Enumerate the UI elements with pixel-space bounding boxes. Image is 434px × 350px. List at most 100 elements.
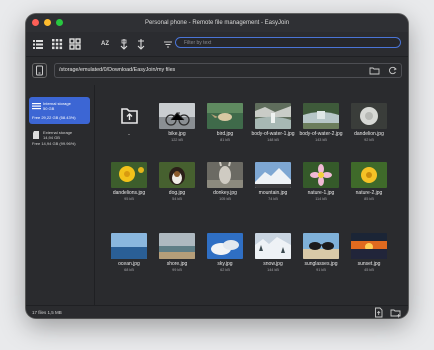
file-size: 81 kB: [220, 138, 230, 143]
file-item-dog[interactable]: dog.jpg 54 kB: [151, 162, 203, 201]
filter-icon: [164, 41, 172, 48]
sort-date-icon[interactable]: [134, 37, 148, 51]
internal-storage-size: 50 GB: [43, 106, 55, 112]
file-name: shore.jpg: [166, 261, 188, 267]
file-item-snow[interactable]: snow.jpg 144 kB: [247, 233, 299, 272]
sidebar-item-internal-storage[interactable]: Internal storage 50 GB Free 29,22 GB (58…: [29, 97, 90, 124]
dog-thumbnail: [159, 162, 195, 188]
external-storage-size: 14,94 GB: [43, 135, 60, 141]
file-size: 54 kB: [172, 197, 182, 202]
file-size: 62 kB: [220, 268, 230, 273]
folder-up-icon: [121, 108, 138, 124]
body-of-water-1-thumbnail: [255, 103, 291, 129]
file-item-sky[interactable]: sky.jpg 62 kB: [199, 233, 251, 272]
snow-thumbnail: [255, 233, 291, 259]
close-window-button[interactable]: [32, 19, 39, 26]
file-name: body-of-water-1.jpg: [251, 131, 295, 137]
file-item-mountain[interactable]: mountain.jpg 74 kB: [247, 162, 299, 201]
file-size: 45 kB: [364, 268, 374, 273]
file-name: sunset.jpg: [357, 261, 381, 267]
file-size: 99 kB: [172, 268, 182, 273]
file-size: 74 kB: [268, 197, 278, 202]
body-of-water-2-thumbnail: [303, 103, 339, 129]
mountain-thumbnail: [255, 162, 291, 188]
sunset-thumbnail: [351, 233, 387, 259]
file-grid: .. bike.jpg 122 kB bird.jpg 81 kB body-o…: [95, 85, 408, 305]
file-item-nature-1[interactable]: nature-1.jpg 114 kB: [295, 162, 347, 201]
file-item-sunglasses[interactable]: sunglasses.jpg 91 kB: [295, 233, 347, 272]
internal-storage-icon: [32, 103, 41, 110]
external-storage-free: Free 14,94 GB (99.96%): [32, 141, 76, 146]
file-size: 68 kB: [124, 268, 134, 273]
dandelions-thumbnail: [111, 162, 147, 188]
file-size: 95 kB: [124, 197, 134, 202]
file-item-body-of-water-1[interactable]: body-of-water-1.jpg 148 kB: [247, 103, 299, 142]
list-view-icon[interactable]: [31, 37, 45, 51]
dandelion-thumbnail: [351, 103, 387, 129]
file-item-bird[interactable]: bird.jpg 81 kB: [199, 103, 251, 142]
filter-input[interactable]: Filter by text: [175, 37, 401, 48]
file-item-ocean[interactable]: ocean.jpg 68 kB: [103, 233, 155, 272]
sort-name-icon[interactable]: AZ: [101, 41, 109, 47]
file-size: 122 kB: [171, 138, 183, 143]
nature-2-thumbnail: [351, 162, 387, 188]
toolbar: AZ Filter by text: [26, 32, 408, 56]
file-name: ocean.jpg: [118, 261, 140, 267]
status-bar: 17 files 1,5 MB: [26, 305, 408, 318]
file-summary: 17 files 1,5 MB: [32, 310, 62, 315]
file-item-nature-2[interactable]: nature-2.jpg 85 kB: [343, 162, 395, 201]
minimize-window-button[interactable]: [44, 19, 51, 26]
file-item-bike[interactable]: bike.jpg 122 kB: [151, 103, 203, 142]
bike-thumbnail: [159, 103, 195, 129]
title-bar: Personal phone - Remote file management …: [26, 14, 408, 33]
nature-1-thumbnail: [303, 162, 339, 188]
file-name: dandelions.jpg: [112, 190, 146, 196]
upload-file-icon[interactable]: [373, 307, 384, 318]
sort-size-icon[interactable]: [117, 37, 131, 51]
file-item-shore[interactable]: shore.jpg 99 kB: [151, 233, 203, 272]
file-item-sunset[interactable]: sunset.jpg 45 kB: [343, 233, 395, 272]
file-name: bird.jpg: [216, 131, 234, 137]
file-item-body-of-water-2[interactable]: body-of-water-2.jpg 143 kB: [295, 103, 347, 142]
file-size: 144 kB: [267, 268, 279, 273]
file-size: 85 kB: [364, 197, 374, 202]
window-controls: [32, 19, 63, 26]
file-name: ..: [127, 131, 131, 137]
file-size: 92 kB: [364, 138, 374, 143]
file-size: 143 kB: [315, 138, 327, 143]
parent-folder-item[interactable]: ..: [103, 103, 155, 137]
file-name: dog.jpg: [168, 190, 186, 196]
file-size: 91 kB: [316, 268, 326, 273]
sunglasses-thumbnail: [303, 233, 339, 259]
large-icons-view-icon[interactable]: [68, 37, 82, 51]
path-bar: /storage/emulated/0/Download/EasyJoin/my…: [26, 57, 408, 85]
file-item-dandelion[interactable]: dandelion.jpg 92 kB: [343, 103, 395, 142]
device-button[interactable]: [32, 63, 47, 78]
path-field[interactable]: /storage/emulated/0/Download/EasyJoin/my…: [54, 63, 402, 78]
bird-thumbnail: [207, 103, 243, 129]
new-folder-icon[interactable]: [369, 65, 380, 76]
shore-thumbnail: [159, 233, 195, 259]
file-name: bike.jpg: [168, 131, 186, 137]
file-size: 148 kB: [267, 138, 279, 143]
donkey-thumbnail: [207, 162, 243, 188]
file-manager-window: Personal phone - Remote file management …: [26, 14, 408, 318]
file-name: nature-1.jpg: [307, 190, 335, 196]
file-name: dandelion.jpg: [354, 131, 384, 137]
sd-card-icon: [33, 131, 39, 139]
file-item-dandelions[interactable]: dandelions.jpg 95 kB: [103, 162, 155, 201]
file-item-donkey[interactable]: donkey.jpg 105 kB: [199, 162, 251, 201]
sidebar-item-external-storage[interactable]: External storage 14,94 GB Free 14,94 GB …: [29, 128, 90, 155]
add-folder-icon[interactable]: [390, 307, 401, 318]
refresh-icon[interactable]: [387, 65, 398, 76]
small-icons-view-icon[interactable]: [50, 37, 64, 51]
zoom-window-button[interactable]: [56, 19, 63, 26]
file-name: donkey.jpg: [213, 190, 237, 196]
storage-sidebar: Internal storage 50 GB Free 29,22 GB (58…: [26, 85, 95, 305]
file-size: 114 kB: [315, 197, 327, 202]
sky-thumbnail: [207, 233, 243, 259]
window-title: Personal phone - Remote file management …: [144, 20, 290, 26]
phone-icon: [36, 65, 43, 76]
file-name: body-of-water-2.jpg: [299, 131, 343, 137]
file-size: 105 kB: [219, 197, 231, 202]
